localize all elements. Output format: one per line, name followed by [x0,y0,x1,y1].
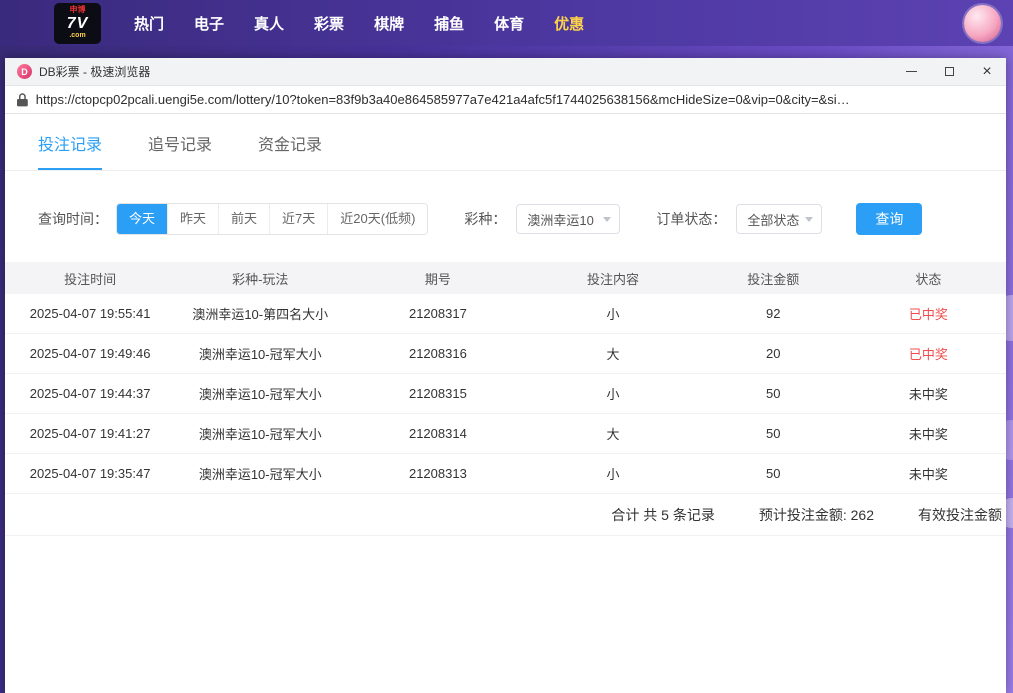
table-row: 2025-04-07 19:35:47澳洲幸运10-冠军大小21208313小5… [5,454,1006,494]
bet-records-table: 投注时间彩种-玩法期号投注内容投注金额状态 2025-04-07 19:55:4… [5,262,1006,536]
nav-item-1[interactable]: 热门 [134,13,164,34]
address-bar[interactable]: https://ctopcp02pcali.uengi5e.com/lotter… [5,86,1006,114]
cell-status: 未中奖 [851,384,1006,403]
cell-status: 已中奖 [851,304,1006,323]
nav-item-8[interactable]: 优惠 [554,13,584,34]
lock-icon [17,93,28,107]
chevron-down-icon [603,217,611,222]
site-logo-top-text: 申博 [70,6,86,15]
cell-content: 大 [530,424,695,443]
nav-item-6[interactable]: 捕鱼 [434,13,464,34]
maximize-icon [945,67,954,76]
column-header-6: 状态 [851,269,1006,288]
cell-issue: 21208316 [345,346,530,361]
cell-content: 大 [530,344,695,363]
cell-play: 澳洲幸运10-第四名大小 [175,304,345,323]
cell-issue: 21208313 [345,466,530,481]
filter-bar: 查询时间： 今天昨天前天近7天近20天(低频) 彩种： 澳洲幸运10 订单状态：… [5,203,1006,235]
cell-content: 小 [530,464,695,483]
cell-time: 2025-04-07 19:44:37 [5,386,175,401]
order-status-label: 订单状态： [656,209,726,229]
tab-bet-records[interactable]: 投注记录 [38,131,102,170]
table-row: 2025-04-07 19:49:46澳洲幸运10-冠军大小21208316大2… [5,334,1006,374]
nav-item-2[interactable]: 电子 [194,13,224,34]
summary-valid-amount: 有效投注金额 [918,505,1002,525]
lottery-filter-label: 彩种： [464,209,506,229]
time-filter-group: 今天昨天前天近7天近20天(低频) [116,203,428,235]
search-button[interactable]: 查询 [856,203,922,235]
time-filter-label: 查询时间： [38,209,108,229]
table-row: 2025-04-07 19:44:37澳洲幸运10-冠军大小21208315小5… [5,374,1006,414]
table-body: 2025-04-07 19:55:41澳洲幸运10-第四名大小21208317小… [5,294,1006,494]
cell-status: 未中奖 [851,424,1006,443]
cell-issue: 21208314 [345,426,530,441]
cell-play: 澳洲幸运10-冠军大小 [175,384,345,403]
cell-content: 小 [530,384,695,403]
window-titlebar: D DB彩票 - 极速浏览器 × [5,58,1006,86]
maximize-button[interactable] [930,58,968,85]
cell-time: 2025-04-07 19:49:46 [5,346,175,361]
nav-item-7[interactable]: 体育 [494,13,524,34]
nav-item-5[interactable]: 棋牌 [374,13,404,34]
cell-issue: 21208317 [345,306,530,321]
site-nav-bar: 申博 7V .com 热门 电子 真人 彩票 棋牌 捕鱼 体育 优惠 [0,0,1013,46]
cell-issue: 21208315 [345,386,530,401]
time-option-1[interactable]: 今天 [117,204,168,234]
order-status-select[interactable]: 全部状态 [736,204,822,234]
minimize-button[interactable] [892,58,930,85]
cell-content: 小 [530,304,695,323]
cell-amount: 20 [696,346,851,361]
summary-total: 合计 共 5 条记录 [611,505,714,525]
column-header-3: 期号 [345,269,530,288]
record-tabs: 投注记录 追号记录 资金记录 [5,114,1006,171]
cell-status: 已中奖 [851,344,1006,363]
site-logo-sub-text: .com [69,32,85,40]
cell-play: 澳洲幸运10-冠军大小 [175,344,345,363]
site-logo[interactable]: 申博 7V .com [54,3,101,44]
table-header-row: 投注时间彩种-玩法期号投注内容投注金额状态 [5,262,1006,294]
minimize-icon [906,71,917,72]
cell-status: 未中奖 [851,464,1006,483]
table-row: 2025-04-07 19:55:41澳洲幸运10-第四名大小21208317小… [5,294,1006,334]
summary-expected-amount: 预计投注金额: 262 [759,505,874,525]
close-icon: × [982,64,991,80]
cell-amount: 50 [696,386,851,401]
tab-chase-records[interactable]: 追号记录 [148,131,212,170]
site-logo-main-text: 7V [67,15,89,33]
cell-amount: 92 [696,306,851,321]
time-option-5[interactable]: 近20天(低频) [328,204,427,234]
nav-item-4[interactable]: 彩票 [314,13,344,34]
lottery-select[interactable]: 澳洲幸运10 [516,204,620,234]
nav-items: 热门 电子 真人 彩票 棋牌 捕鱼 体育 优惠 [134,13,584,34]
close-button[interactable]: × [968,58,1006,85]
time-option-4[interactable]: 近7天 [270,204,328,234]
lottery-select-value: 澳洲幸运10 [527,210,593,229]
browser-window: D DB彩票 - 极速浏览器 × https://ctopcp02pcali.u… [5,58,1006,693]
column-header-1: 投注时间 [5,269,175,288]
window-title: DB彩票 - 极速浏览器 [39,63,150,80]
order-status-select-value: 全部状态 [747,210,799,229]
cell-time: 2025-04-07 19:41:27 [5,426,175,441]
table-summary: 合计 共 5 条记录 预计投注金额: 262 有效投注金额 [5,494,1006,536]
time-option-3[interactable]: 前天 [219,204,270,234]
page-content: 投注记录 追号记录 资金记录 查询时间： 今天昨天前天近7天近20天(低频) 彩… [5,114,1006,693]
cell-amount: 50 [696,466,851,481]
cell-amount: 50 [696,426,851,441]
chevron-down-icon [805,217,813,222]
window-controls: × [892,58,1006,85]
cell-time: 2025-04-07 19:35:47 [5,466,175,481]
column-header-4: 投注内容 [530,269,695,288]
tab-fund-records[interactable]: 资金记录 [258,131,322,170]
nav-item-3[interactable]: 真人 [254,13,284,34]
cell-time: 2025-04-07 19:55:41 [5,306,175,321]
column-header-2: 彩种-玩法 [175,269,345,288]
url-text: https://ctopcp02pcali.uengi5e.com/lotter… [36,92,994,107]
time-option-2[interactable]: 昨天 [168,204,219,234]
user-avatar[interactable] [964,5,1001,42]
db-lottery-icon: D [17,64,32,79]
cell-play: 澳洲幸运10-冠军大小 [175,464,345,483]
column-header-5: 投注金额 [696,269,851,288]
table-row: 2025-04-07 19:41:27澳洲幸运10-冠军大小21208314大5… [5,414,1006,454]
cell-play: 澳洲幸运10-冠军大小 [175,424,345,443]
